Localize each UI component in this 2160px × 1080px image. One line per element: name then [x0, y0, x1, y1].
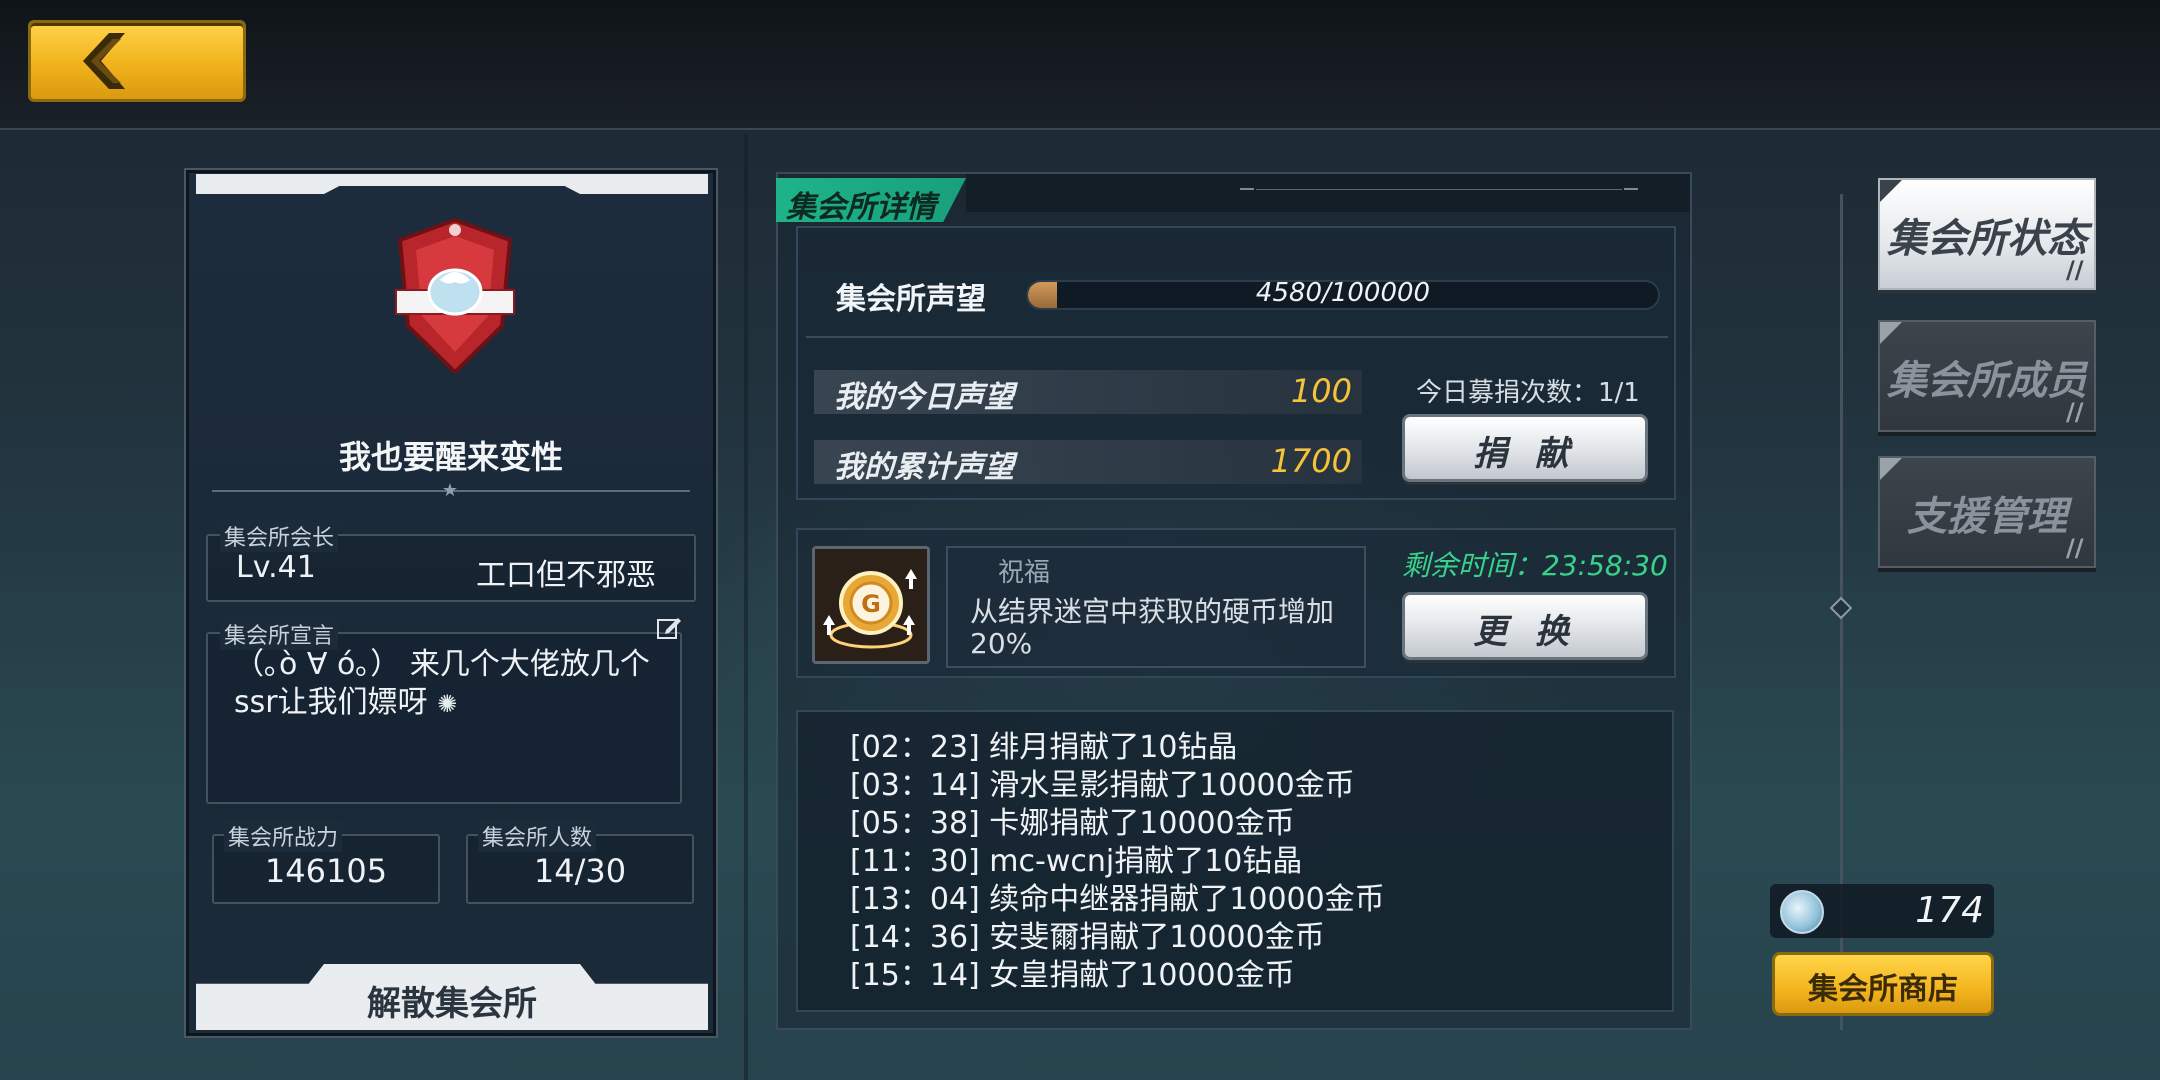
- header-line: [1256, 189, 1622, 190]
- power-value: 146105: [264, 852, 388, 890]
- guild-shop-label[interactable]: 集会所商店: [1772, 964, 1994, 1008]
- tab-guild-members-label[interactable]: 集会所成员: [1878, 348, 2096, 406]
- leader-name: 工口但不邪恶: [476, 558, 656, 593]
- slash-mark: //: [2066, 534, 2084, 562]
- tab-support-management-label[interactable]: 支援管理: [1878, 484, 2096, 542]
- svg-text:G: G: [861, 590, 881, 618]
- reputation-separator: [806, 336, 1668, 338]
- reputation-value: 4580/100000: [1255, 278, 1431, 308]
- total-reputation-label: 我的累计声望: [834, 450, 1014, 485]
- today-reputation-label: 我的今日声望: [834, 380, 1014, 415]
- chevron-left-icon: [83, 33, 125, 89]
- panel-divider: [744, 134, 748, 1080]
- star-icon: ★: [441, 480, 459, 501]
- header-mark: [1240, 188, 1254, 190]
- donate-count: 今日募捐次数：1/1: [1416, 378, 1640, 408]
- guild-coin-icon: [1780, 890, 1824, 934]
- top-bar-divider: [0, 128, 2160, 130]
- guild-crest-icon: [390, 216, 520, 376]
- member-count-label: 集会所人数: [478, 820, 597, 852]
- slash-mark: //: [2066, 256, 2084, 284]
- blessing-title: 祝福: [998, 558, 1051, 588]
- blessing-description: 从结界迷宫中获取的硬币增加20%: [970, 595, 1335, 660]
- reputation-label: 集会所声望: [836, 282, 986, 317]
- edit-icon[interactable]: [656, 614, 682, 640]
- coin-bonus-icon: G: [812, 546, 930, 664]
- change-label[interactable]: 更 换: [1402, 604, 1648, 653]
- header-mark: [1624, 188, 1638, 190]
- top-bar: [0, 0, 2160, 130]
- rail-ornament: [1829, 596, 1853, 620]
- tab-guild-status-label[interactable]: 集会所状态: [1878, 206, 2096, 264]
- back-button[interactable]: [28, 20, 246, 102]
- remaining-time: 剩余时间：23:58:30: [1402, 549, 1668, 582]
- details-tab-title: 集会所详情: [786, 190, 936, 225]
- details-header-strip: [966, 174, 1690, 212]
- today-reputation-value: 100: [1290, 372, 1352, 410]
- declaration-text: （｡ò ∀ ó｡） 来几个大佬放几个ssr让我们嫖呀 ✺: [234, 646, 674, 723]
- slash-mark: //: [2066, 398, 2084, 426]
- donate-label[interactable]: 捐 献: [1402, 426, 1648, 475]
- total-reputation-value: 1700: [1270, 442, 1352, 480]
- member-count-value: 14/30: [533, 852, 627, 890]
- power-label: 集会所战力: [224, 820, 343, 852]
- guild-name: 我也要醒来变性: [338, 438, 563, 476]
- declaration-emoji: ✺: [437, 690, 458, 718]
- currency-value: 174: [1915, 890, 1984, 931]
- log-entry: [15：14] 女皇捐献了10000金币: [850, 958, 1295, 993]
- leader-level: Lv.41: [236, 550, 316, 585]
- disband-label[interactable]: 解散集会所: [196, 976, 708, 1025]
- leader-label: 集会所会长: [220, 520, 339, 552]
